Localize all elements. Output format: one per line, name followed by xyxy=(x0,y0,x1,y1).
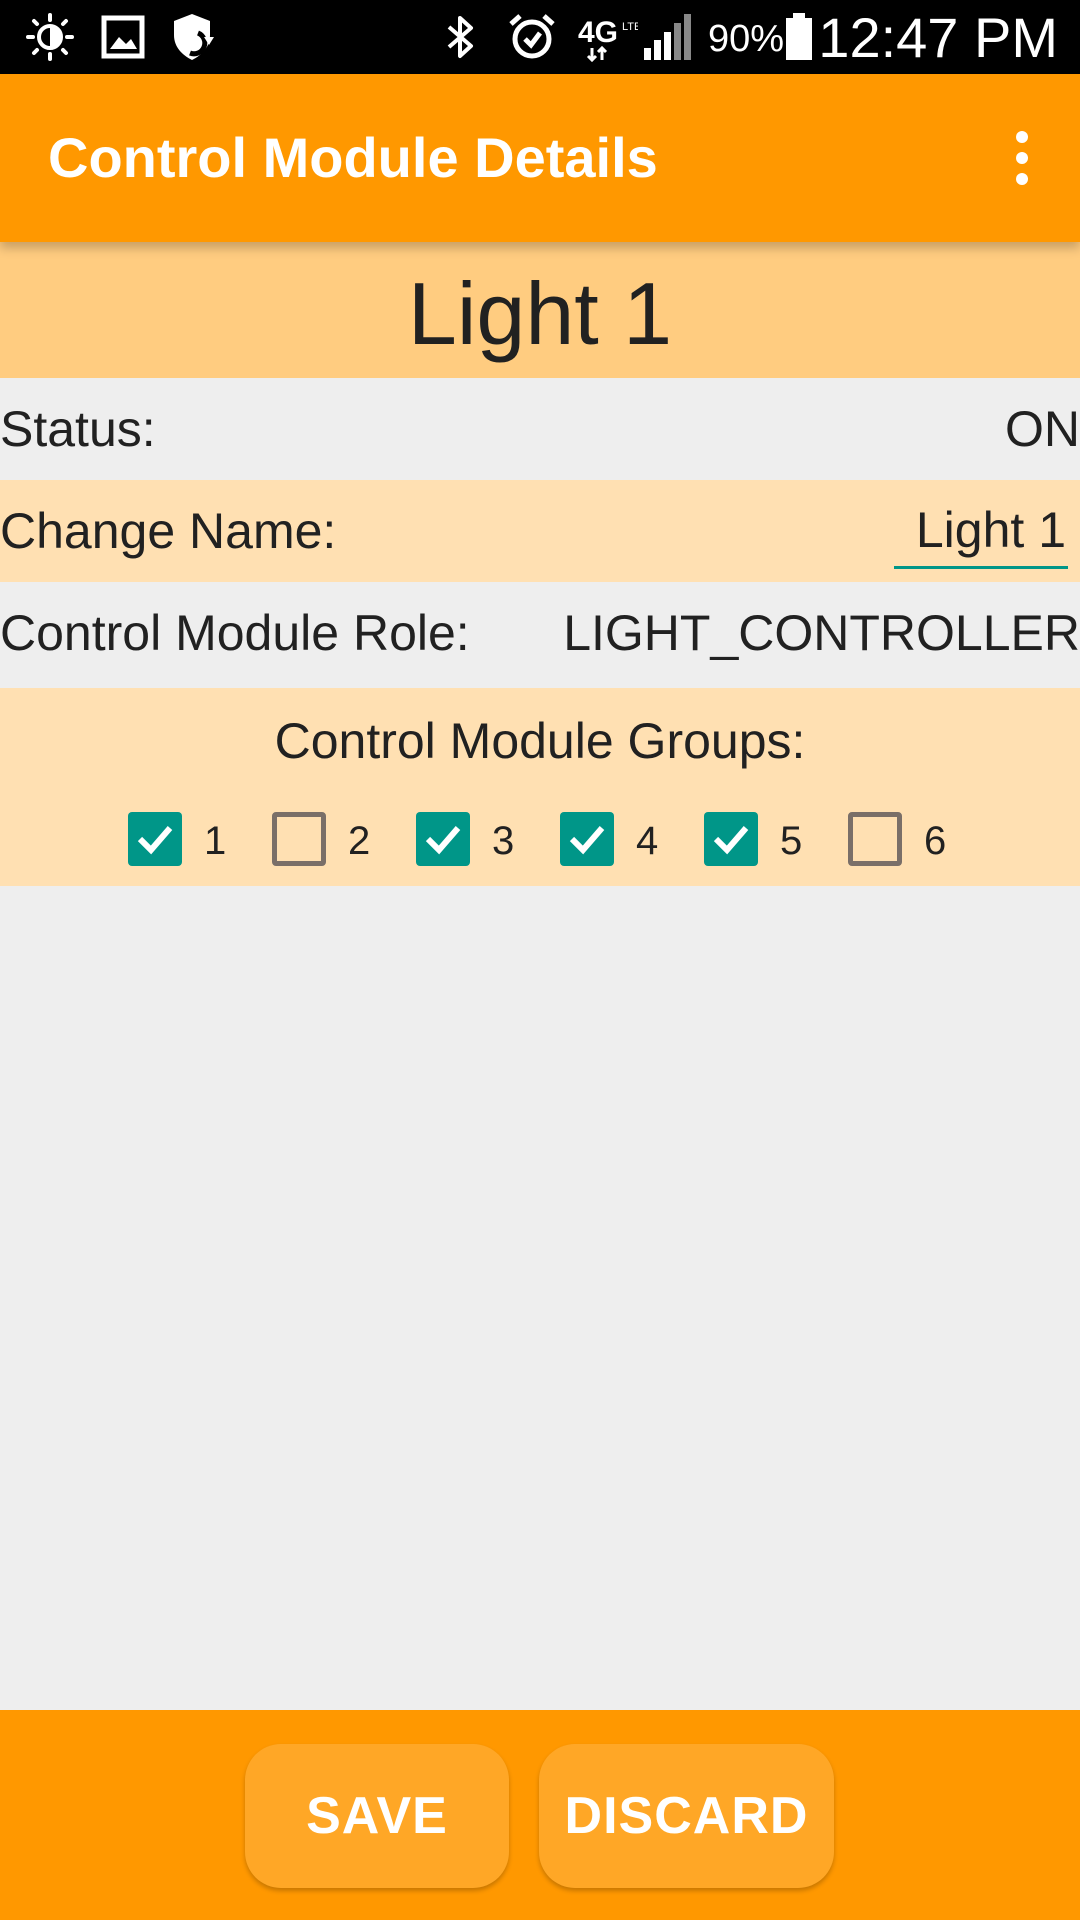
screen: 4G LTE 90% 12:47 PM Control Module Detai… xyxy=(0,0,1080,1920)
more-vert-icon xyxy=(1016,131,1028,143)
checkbox-unchecked-icon xyxy=(848,812,902,866)
groups-title: Control Module Groups: xyxy=(274,713,806,769)
change-name-label: Change Name: xyxy=(0,503,337,559)
bottom-action-bar: SAVE DISCARD xyxy=(0,1710,1080,1920)
battery-icon xyxy=(782,12,816,62)
groups-section: Control Module Groups: 1 2 3 4 5 6 xyxy=(0,688,1080,886)
save-button[interactable]: SAVE xyxy=(245,1744,509,1888)
group-label-1: 1 xyxy=(204,819,227,863)
checkbox-checked-icon xyxy=(416,812,470,866)
svg-text:LTE: LTE xyxy=(622,21,638,33)
group-label-3: 3 xyxy=(492,819,515,863)
group-label-6: 6 xyxy=(924,819,947,863)
change-name-row: Change Name: xyxy=(0,480,1080,582)
checkbox-unchecked-icon xyxy=(272,812,326,866)
checkbox-checked-icon xyxy=(560,812,614,866)
group-label-5: 5 xyxy=(780,819,803,863)
group-label-4: 4 xyxy=(636,819,659,863)
battery-percent: 90% xyxy=(708,18,785,60)
discard-button[interactable]: DISCARD xyxy=(539,1744,834,1888)
role-value: LIGHT_CONTROLLER xyxy=(563,605,1080,661)
clock: 12:47 PM xyxy=(818,6,1058,69)
signal-icon xyxy=(640,12,692,62)
alarm-icon xyxy=(506,12,558,62)
device-header: Light 1 xyxy=(0,242,1080,378)
shield-sync-icon xyxy=(166,12,222,62)
gallery-icon xyxy=(98,12,148,62)
bluetooth-icon xyxy=(440,12,482,62)
more-vert-icon-dot xyxy=(1016,173,1028,185)
more-vert-icon-dot xyxy=(1016,152,1028,164)
status-label: Status: xyxy=(0,401,156,457)
name-input[interactable] xyxy=(894,494,1068,569)
role-row: Control Module Role: LIGHT_CONTROLLER xyxy=(0,582,1080,684)
brightness-icon xyxy=(22,12,78,62)
app-bar: Control Module Details xyxy=(0,74,1080,242)
svg-text:4G: 4G xyxy=(578,16,618,49)
network-4g-icon: 4G LTE xyxy=(578,12,638,62)
checkbox-checked-icon xyxy=(128,812,182,866)
group-label-2: 2 xyxy=(348,819,371,863)
status-value: ON xyxy=(1005,401,1080,457)
device-name: Light 1 xyxy=(407,264,673,363)
status-row: Status: ON xyxy=(0,378,1080,480)
status-bar: 4G LTE 90% 12:47 PM xyxy=(0,0,1080,74)
overflow-menu-button[interactable] xyxy=(990,118,1054,198)
role-label: Control Module Role: xyxy=(0,605,470,661)
app-title: Control Module Details xyxy=(48,126,658,189)
checkbox-checked-icon xyxy=(704,812,758,866)
